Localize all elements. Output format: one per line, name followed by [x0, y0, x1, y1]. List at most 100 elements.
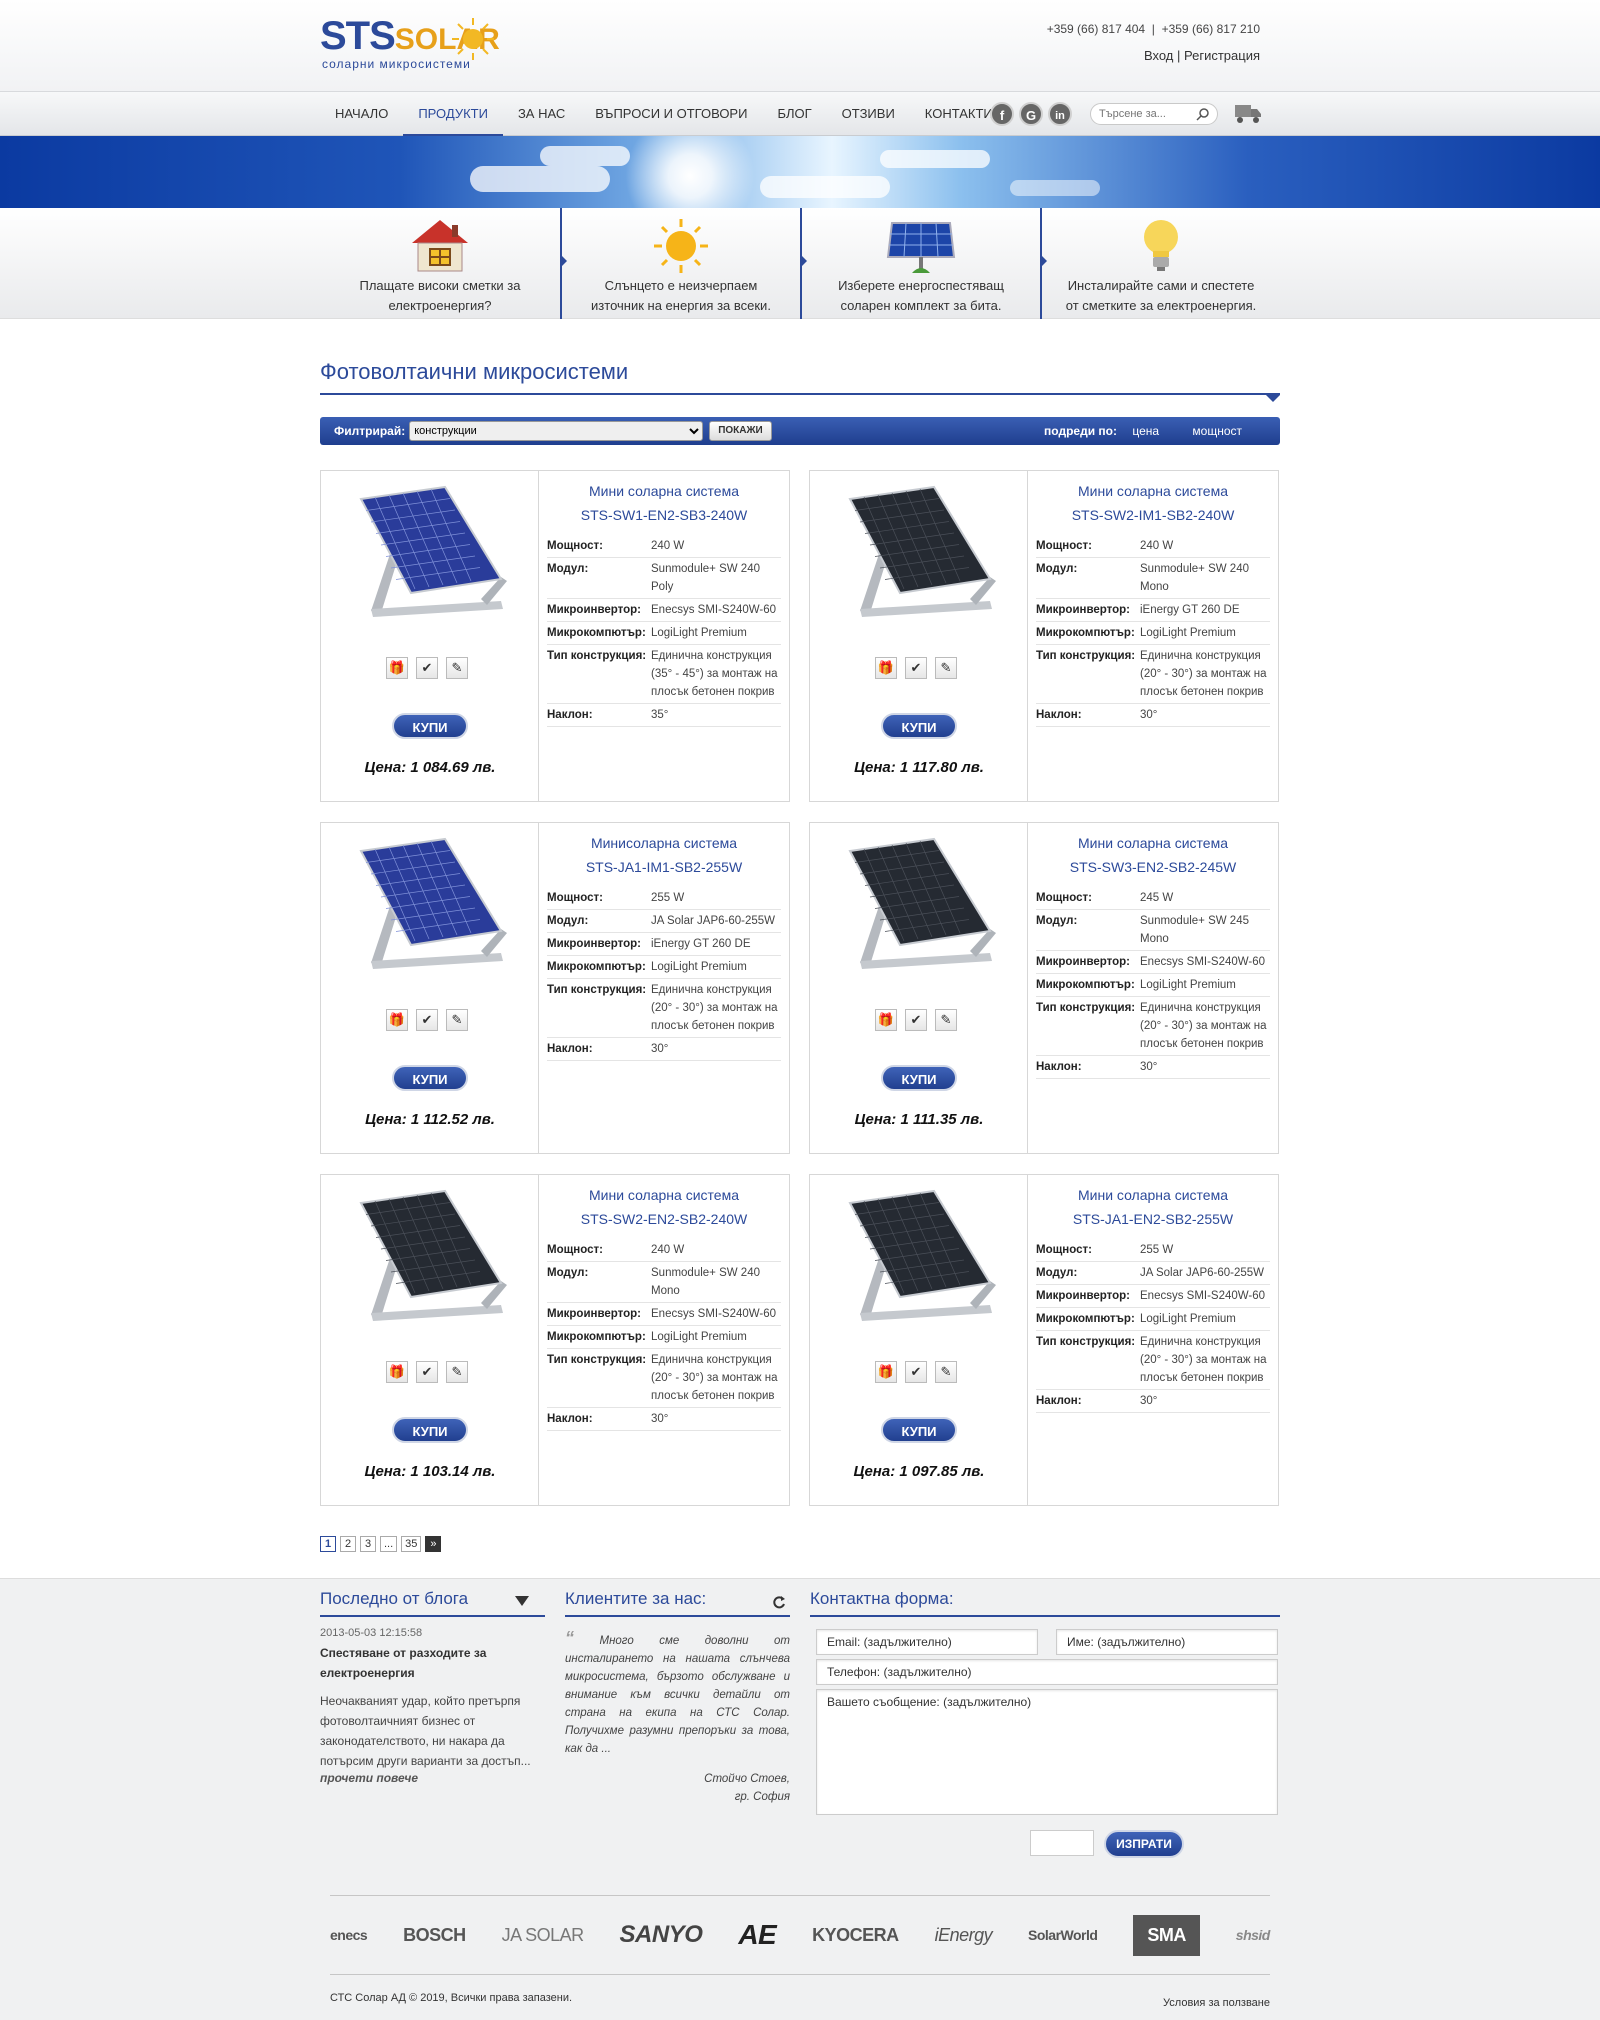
- page-1[interactable]: 1: [320, 1536, 336, 1552]
- nav-reviews[interactable]: ОТЗИВИ: [827, 92, 910, 136]
- sort-by-price[interactable]: цена: [1132, 424, 1159, 438]
- nav-home[interactable]: НАЧАЛО: [320, 92, 403, 136]
- product-code[interactable]: STS-JA1-IM1-SB2-255W: [547, 855, 781, 879]
- product-actions: 🎁 ✔ ✎: [875, 1009, 957, 1031]
- compare-icon[interactable]: ✎: [935, 1009, 957, 1031]
- name-field[interactable]: Име: (задължително): [1056, 1629, 1278, 1655]
- gift-icon[interactable]: 🎁: [875, 1009, 897, 1031]
- login-link[interactable]: Вход: [1144, 48, 1173, 63]
- filter-label: Филтрирай:: [334, 424, 406, 438]
- product-title[interactable]: Мини соларна система: [547, 1183, 781, 1207]
- product-title[interactable]: Мини соларна система: [1036, 479, 1270, 503]
- sort-by-power[interactable]: мощност: [1192, 424, 1242, 438]
- compare-icon[interactable]: ✎: [935, 1361, 957, 1383]
- product-code[interactable]: STS-JA1-EN2-SB2-255W: [1036, 1207, 1270, 1231]
- social-links: f G in: [990, 102, 1072, 126]
- product-code[interactable]: STS-SW2-EN2-SB2-240W: [547, 1207, 781, 1231]
- show-button[interactable]: покажи: [709, 421, 772, 441]
- gift-icon[interactable]: 🎁: [386, 1361, 408, 1383]
- compare-icon[interactable]: ✎: [446, 1361, 468, 1383]
- phone-field[interactable]: Телефон: (задължително): [816, 1659, 1278, 1685]
- site-header: STSSOLAR соларни микросистеми +359 (66) …: [0, 0, 1600, 92]
- blog-post-title[interactable]: Спестяване от разходите за електроенерги…: [320, 1643, 545, 1683]
- linkedin-icon[interactable]: in: [1048, 102, 1072, 126]
- filter-select[interactable]: конструкции: [409, 421, 704, 441]
- page-2[interactable]: 2: [340, 1536, 356, 1552]
- read-more-link[interactable]: прочети повече: [320, 1771, 545, 1785]
- check-icon[interactable]: ✔: [905, 1361, 927, 1383]
- product-media: 🎁 ✔ ✎ КУПИ Цена: 1 097.85 лв.: [810, 1175, 1028, 1505]
- product-title[interactable]: Мини соларна система: [1036, 1183, 1270, 1207]
- product-specs: Мощност: 255 W Модул: JA Solar JAP6-60-2…: [547, 887, 781, 1061]
- product-image[interactable]: [820, 833, 1018, 973]
- gift-icon[interactable]: 🎁: [875, 1361, 897, 1383]
- product-code[interactable]: STS-SW3-EN2-SB2-245W: [1036, 855, 1270, 879]
- buy-button[interactable]: КУПИ: [392, 1065, 468, 1091]
- partner-ae-logo: AE: [738, 1919, 777, 1950]
- gift-icon[interactable]: 🎁: [386, 657, 408, 679]
- product-title[interactable]: Мини соларна система: [547, 479, 781, 503]
- spec-label: Модул:: [1036, 1261, 1140, 1285]
- message-field[interactable]: Вашето съобщение: (задължително): [816, 1689, 1278, 1815]
- search-input[interactable]: [1099, 104, 1199, 124]
- spec-row-computer: Микрокомпютър: LogiLight Premium: [547, 955, 781, 979]
- delivery-truck-icon[interactable]: [1234, 101, 1262, 125]
- check-icon[interactable]: ✔: [416, 1009, 438, 1031]
- facebook-icon[interactable]: f: [990, 102, 1014, 126]
- gift-icon[interactable]: 🎁: [875, 657, 897, 679]
- spec-label: Тип конструкция:: [1036, 1330, 1140, 1390]
- spec-value: 245 W: [1140, 887, 1270, 910]
- product-code[interactable]: STS-SW1-EN2-SB3-240W: [547, 503, 781, 527]
- next-page-button[interactable]: »: [425, 1536, 442, 1552]
- compare-icon[interactable]: ✎: [446, 1009, 468, 1031]
- blog-excerpt: Неочакваният удар, който претърпя фотово…: [320, 1694, 531, 1768]
- product-image[interactable]: [820, 481, 1018, 621]
- spec-row-module: Модул: Sunmodule+ SW 240 Poly: [547, 557, 781, 599]
- product-title[interactable]: Мини соларна система: [1036, 831, 1270, 855]
- product-title[interactable]: Минисоларна система: [547, 831, 781, 855]
- page-3[interactable]: 3: [360, 1536, 376, 1552]
- check-icon[interactable]: ✔: [416, 1361, 438, 1383]
- product-price: Цена: 1 112.52 лв.: [365, 1111, 495, 1128]
- buy-button[interactable]: КУПИ: [392, 1417, 468, 1443]
- nav-faq[interactable]: ВЪПРОСИ И ОТГОВОРИ: [580, 92, 762, 136]
- nav-products[interactable]: ПРОДУКТИ: [403, 92, 503, 136]
- email-field[interactable]: Email: (задължително): [816, 1629, 1038, 1655]
- spec-label: Наклон:: [1036, 703, 1140, 727]
- check-icon[interactable]: ✔: [416, 657, 438, 679]
- spec-row-module: Модул: Sunmodule+ SW 245 Mono: [1036, 909, 1270, 951]
- google-plus-icon[interactable]: G: [1019, 102, 1043, 126]
- buy-button[interactable]: КУПИ: [881, 1417, 957, 1443]
- product-actions: 🎁 ✔ ✎: [386, 1009, 468, 1031]
- product-code[interactable]: STS-SW2-IM1-SB2-240W: [1036, 503, 1270, 527]
- nav-about[interactable]: ЗА НАС: [503, 92, 580, 136]
- product-image[interactable]: [331, 481, 529, 621]
- product-actions: 🎁 ✔ ✎: [386, 657, 468, 679]
- check-icon[interactable]: ✔: [905, 657, 927, 679]
- search-icon[interactable]: [1196, 107, 1210, 121]
- compare-icon[interactable]: ✎: [935, 657, 957, 679]
- buy-button[interactable]: КУПИ: [392, 713, 468, 739]
- nav-blog[interactable]: БЛОГ: [762, 92, 826, 136]
- feature-sun: Слънцето е неизчерпаем източник на енерг…: [560, 208, 800, 319]
- register-link[interactable]: Регистрация: [1184, 48, 1260, 63]
- product-image[interactable]: [331, 833, 529, 973]
- product-price: Цена: 1 103.14 лв.: [364, 1463, 496, 1480]
- chevron-down-icon[interactable]: [515, 1596, 529, 1606]
- buy-button[interactable]: КУПИ: [881, 713, 957, 739]
- buy-button[interactable]: КУПИ: [881, 1065, 957, 1091]
- gift-icon[interactable]: 🎁: [386, 1009, 408, 1031]
- spec-row-inverter: Микроинвертор: Enecsys SMI-S240W-60: [1036, 950, 1270, 974]
- page-35[interactable]: 35: [401, 1536, 422, 1552]
- send-button[interactable]: ИЗПРАТИ: [1104, 1830, 1184, 1858]
- check-icon[interactable]: ✔: [905, 1009, 927, 1031]
- spec-row-inverter: Микроинвертор: Enecsys SMI-S240W-60: [1036, 1284, 1270, 1308]
- compare-icon[interactable]: ✎: [446, 657, 468, 679]
- product-image[interactable]: [331, 1185, 529, 1325]
- captcha-input[interactable]: [1030, 1830, 1094, 1856]
- site-logo[interactable]: STSSOLAR соларни микросистеми: [320, 14, 505, 74]
- refresh-icon[interactable]: [772, 1595, 786, 1609]
- product-image[interactable]: [820, 1185, 1018, 1325]
- spec-label: Мощност:: [1036, 1239, 1140, 1262]
- terms-link[interactable]: Условия за ползване: [1163, 1997, 1270, 2009]
